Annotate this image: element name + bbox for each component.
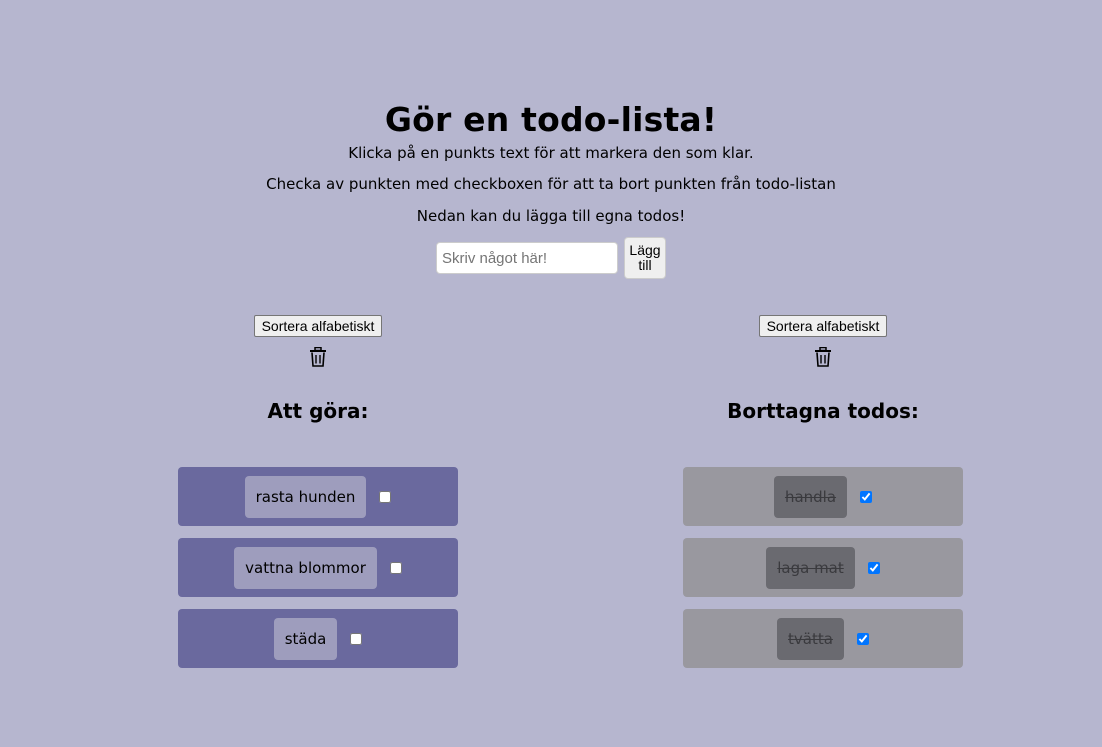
todo-item-text[interactable]: vattna blommor: [234, 546, 377, 589]
trash-icon[interactable]: [814, 347, 832, 367]
removed-item-checkbox[interactable]: [867, 561, 880, 574]
removed-heading: Borttagna todos:: [727, 399, 919, 423]
removed-item: laga mat: [683, 538, 963, 597]
todo-input[interactable]: [436, 242, 618, 274]
todo-list: rasta hunden vattna blommor städa: [178, 467, 458, 680]
sort-alphabetically-button[interactable]: Sortera alfabetiskt: [758, 315, 888, 337]
removed-list: handla laga mat tvätta: [683, 467, 963, 680]
todo-item: städa: [178, 609, 458, 668]
instruction-text: Nedan kan du lägga till egna todos!: [416, 207, 686, 225]
trash-icon[interactable]: [309, 347, 327, 367]
todo-item-checkbox[interactable]: [379, 490, 392, 503]
removed-item: tvätta: [683, 609, 963, 668]
todo-item: rasta hunden: [178, 467, 458, 526]
todo-heading: Att göra:: [267, 399, 369, 423]
add-todo-form: Lägg till: [436, 237, 666, 279]
removed-column: Sortera alfabetiskt Borttagna todos: han…: [683, 315, 963, 668]
todo-item-text[interactable]: städa: [273, 617, 338, 660]
sort-alphabetically-button[interactable]: Sortera alfabetiskt: [253, 315, 383, 337]
add-todo-button[interactable]: Lägg till: [624, 237, 666, 279]
page-title: Gör en todo-lista!: [384, 100, 718, 140]
removed-item-text[interactable]: handla: [773, 475, 848, 518]
todo-column: Sortera alfabetiskt Att göra: rasta hund…: [178, 315, 458, 668]
todo-item-checkbox[interactable]: [389, 561, 402, 574]
removed-item-checkbox[interactable]: [856, 632, 869, 645]
instruction-text: Checka av punkten med checkboxen för att…: [266, 175, 836, 193]
removed-item-text[interactable]: laga mat: [766, 546, 855, 589]
todo-item-text[interactable]: rasta hunden: [244, 475, 367, 518]
todo-item-checkbox[interactable]: [350, 632, 363, 645]
instruction-text: Klicka på en punkts text för att markera…: [348, 144, 754, 162]
removed-item-checkbox[interactable]: [860, 490, 873, 503]
removed-item-text[interactable]: tvätta: [777, 617, 844, 660]
removed-item: handla: [683, 467, 963, 526]
todo-item: vattna blommor: [178, 538, 458, 597]
